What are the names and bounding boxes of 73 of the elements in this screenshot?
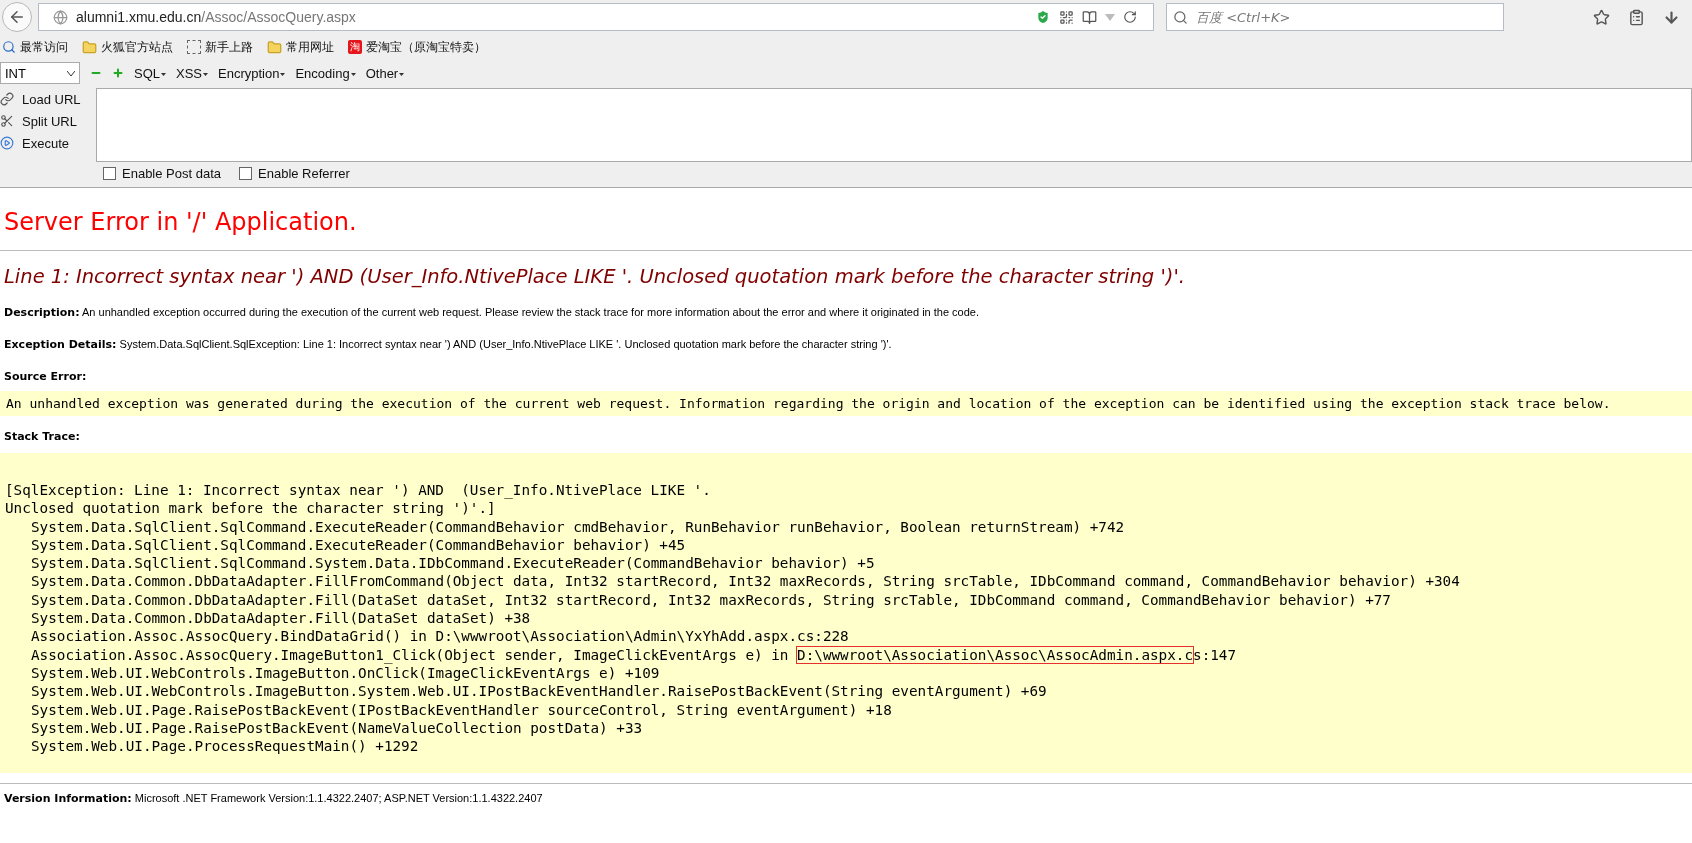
book-icon <box>1082 9 1097 25</box>
error-title: Server Error in '/' Application. <box>4 208 358 236</box>
dropdown-icon <box>1105 13 1115 21</box>
bookmark-item[interactable]: 火狐官方站点 <box>80 38 175 56</box>
caret-icon <box>203 72 209 76</box>
play-icon <box>0 136 14 150</box>
folder-icon <box>267 39 282 55</box>
page-icon <box>187 40 201 54</box>
search-icon <box>2 40 16 54</box>
menu-button[interactable]: SQL <box>134 65 166 81</box>
bookmark-item[interactable]: 常用网址 <box>265 38 336 56</box>
exception-line: [SqlException: Line 1: Incorrect syntax near ') AND (User_Info.NtivePlace LIKE '. <box>5 481 712 500</box>
star-icon <box>1593 8 1610 26</box>
action-button[interactable]: Split URL <box>0 112 92 130</box>
detail-text: System.Data.SqlClient.SqlException: Line 1: Incorrect syntax near ') AND (User_Info.NtivePlace LIKE '. Unclosed quotation mark before the character string ')'. <box>119 338 892 350</box>
stack-frame: System.Data.SqlClient.SqlCommand.ExecuteReader(CommandBehavior behavior) +45 <box>5 535 1687 555</box>
exception-line: Unclosed quotation mark before the character string ')'.] <box>5 499 497 518</box>
plus-icon <box>112 67 124 79</box>
back-button[interactable] <box>2 2 32 32</box>
checkbox-option[interactable]: Enable Post data <box>103 166 222 181</box>
section-label: Stack Trace: <box>4 430 80 443</box>
search-field[interactable]: 百度 <Ctrl+K> <box>1194 8 1503 26</box>
bookmark-item[interactable]: 新手上路 <box>185 38 255 56</box>
stack-frame: System.Data.Common.DbDataAdapter.Fill(DataSet dataSet, Int32 startRecord, Int32 maxRecords, String srcTable, IDbCommand command, CommandBehavior behavior) +77 <box>5 590 1687 610</box>
qr-code-icon <box>1059 9 1074 25</box>
stack-frame: System.Data.SqlClient.SqlCommand.ExecuteReader(CommandBehavior cmdBehavior, RunBehavior runBehavior, Boolean returnStream) +742 <box>5 517 1687 536</box>
caret-icon <box>350 72 356 76</box>
stack-frame: System.Data.Common.DbDataAdapter.Fill(DataSet dataSet) +38 <box>5 609 1687 628</box>
action-button[interactable]: Execute <box>0 134 92 152</box>
action-button[interactable]: Load URL <box>0 90 92 108</box>
chevron-icon <box>67 70 75 76</box>
url-input-field[interactable] <box>96 88 1692 162</box>
menu-button[interactable]: Other <box>365 65 405 81</box>
detail-label: Exception Details: <box>4 338 117 351</box>
stack-frame: System.Web.UI.WebControls.ImageButton.System.Web.UI.IPostBackEventHandler.RaisePostBackEvent(String eventArgument) +69 <box>5 682 1687 701</box>
clipboard-icon <box>1628 8 1645 26</box>
download-icon <box>1663 8 1680 26</box>
checkbox-option[interactable]: Enable Referrer <box>239 166 350 181</box>
reload-icon <box>1123 10 1137 24</box>
stack-frame: System.Web.UI.Page.RaisePostBackEvent(NameValueCollection postData) +33 <box>5 718 1687 738</box>
stack-frame: System.Data.SqlClient.SqlCommand.System.Data.IDbCommand.ExecuteReader(CommandBehavior behavior) +5 <box>5 554 1687 573</box>
detail-label: Version Information: <box>4 792 132 806</box>
folder-icon <box>82 39 97 55</box>
menu-button[interactable]: XSS <box>176 65 209 81</box>
stack-frame: System.Data.Common.DbDataAdapter.FillFromCommand(Object data, Int32 startRecord, Int32 maxRecords, String srcTable, IDbCommand command, CommandBehavior behavior) +304 <box>5 572 1687 591</box>
bookmark-item[interactable]: 淘 爱淘宝（原淘宝特卖） <box>346 38 488 56</box>
shop-icon: 淘 <box>348 40 362 54</box>
search-bar[interactable]: 百度 <Ctrl+K> <box>1166 3 1504 31</box>
bookmark-item[interactable]: 最常访问 <box>0 38 70 56</box>
detail-text: An unhandled exception occurred during the execution of the current web request. Please review the stack trace for more information about the error and where it originated in the code. <box>82 306 980 318</box>
search-icon <box>1173 9 1188 25</box>
link-icon <box>0 92 14 106</box>
caret-icon <box>399 72 405 76</box>
stack-frame: System.Web.UI.WebControls.ImageButton.OnClick(ImageClickEventArgs e) +109 <box>5 663 1687 683</box>
stack-frame: Association.Assoc.AssocQuery.BindDataGrid() in D:\wwwroot\Association\Admin\YxYhAdd.aspx.cs:228 <box>5 627 1687 646</box>
scissors-icon <box>0 114 14 128</box>
shield-icon <box>1035 9 1051 25</box>
caret-icon <box>280 72 286 76</box>
caret-icon <box>161 72 166 76</box>
stack-frame: System.Web.UI.Page.RaisePostBackEvent(IPostBackEventHandler sourceControl, String eventArgument) +18 <box>5 700 1687 719</box>
section-label: Source Error: <box>4 370 87 383</box>
stack-frame: Association.Assoc.AssocQuery.ImageButton1_Click(Object sender, ImageClickEventArgs e) in D:\wwwroot\Association\Assoc\AssocAdmin.aspx.cs:147 <box>5 645 1687 664</box>
globe-icon <box>53 9 68 25</box>
menu-button[interactable]: Encoding <box>295 65 356 81</box>
source-error-text: An unhandled exception was generated during the execution of the current web request. Information regarding the origin and location of the exception can be identified using the exception stack trace below. <box>0 391 1692 416</box>
detail-text: Microsoft .NET Framework Version:1.1.4322.2407; ASP.NET Version:1.1.4322.2407 <box>134 792 543 805</box>
url-text: alumni1.xmu.edu.cn/Assoc/AssocQuery.aspx <box>76 9 357 25</box>
detail-label: Description: <box>4 306 80 319</box>
address-bar[interactable]: alumni1.xmu.edu.cn/Assoc/AssocQuery.aspx <box>38 3 1154 31</box>
menu-button[interactable]: Encryption <box>218 65 286 81</box>
type-select[interactable]: INT <box>0 62 80 84</box>
stack-frame: System.Web.UI.Page.ProcessRequestMain() +1292 <box>5 737 1687 756</box>
error-message: Line 1: Incorrect syntax near ') AND (User_Info.NtivePlace LIKE '. Unclosed quotation mark before the character string ')'. <box>4 265 1186 288</box>
